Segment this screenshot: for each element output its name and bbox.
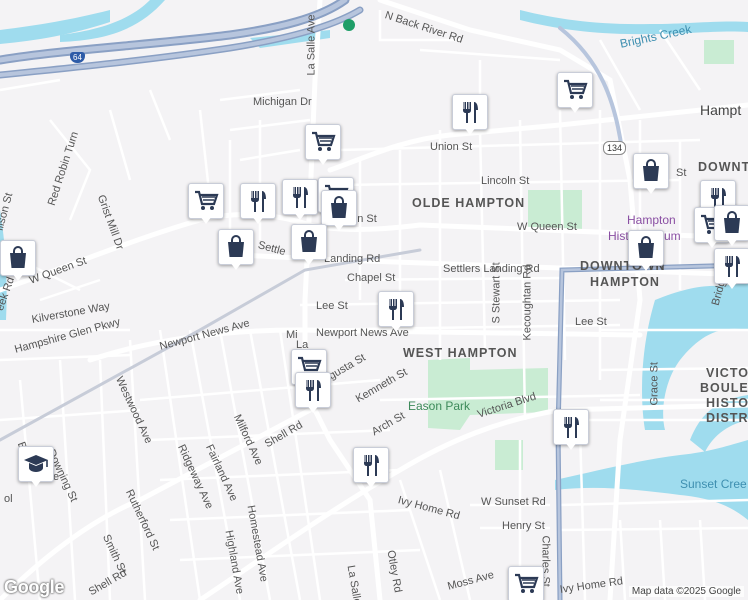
- map-marker-shopping-bag[interactable]: [628, 230, 664, 276]
- marker-pointer: [726, 281, 738, 289]
- map-marker-shopping-cart[interactable]: [508, 566, 544, 600]
- district-victo: VICTO: [706, 366, 748, 380]
- map-marker-shopping-bag[interactable]: [291, 224, 327, 270]
- marker-pointer: [365, 480, 377, 488]
- label-st: St: [676, 167, 687, 179]
- district-histo: HISTO: [706, 396, 748, 410]
- street-union: Union St: [430, 141, 473, 153]
- marker-pointer: [12, 273, 24, 281]
- place-marker-icon[interactable]: [343, 19, 355, 31]
- district-bouleve: BOULEVE: [700, 381, 748, 395]
- map-marker-shopping-bag[interactable]: [218, 229, 254, 275]
- marker-pointer: [252, 216, 264, 224]
- street-s-stewart: S Stewart St: [490, 262, 503, 324]
- map-base-layer: [0, 0, 748, 600]
- shopping-bag-icon: [291, 224, 327, 260]
- street-henry: Henry St: [502, 520, 545, 532]
- shopping-bag-icon: [633, 153, 669, 189]
- city-label: Hampt: [700, 102, 742, 118]
- street-chapel: Chapel St: [347, 272, 396, 284]
- street-grace: Grace St: [648, 362, 661, 406]
- map-marker-restaurant[interactable]: [714, 248, 748, 294]
- shopping-bag-icon: [0, 240, 36, 276]
- shopping-bag-icon: [321, 190, 357, 226]
- fork-knife-icon: [295, 372, 331, 408]
- shopping-bag-icon: [218, 229, 254, 265]
- fork-knife-icon: [553, 409, 589, 445]
- street-lee-left: Lee St: [316, 300, 348, 312]
- fork-knife-icon: [452, 94, 488, 130]
- shopping-bag-icon: [628, 230, 664, 266]
- marker-pointer: [230, 262, 242, 270]
- map-attribution: Map data ©2025 Google: [628, 586, 744, 597]
- marker-pointer: [645, 186, 657, 194]
- shopping-bag-icon: [714, 205, 748, 241]
- google-logo: Google: [4, 577, 65, 597]
- street-michigan: Michigan Dr: [253, 96, 312, 108]
- marker-pointer: [294, 212, 306, 220]
- marker-pointer: [307, 405, 319, 413]
- map-marker-restaurant[interactable]: [240, 183, 276, 229]
- marker-pointer: [565, 442, 577, 450]
- water-sunset-creek: Sunset Cree: [680, 477, 747, 491]
- map-marker-shopping-cart[interactable]: [557, 72, 593, 118]
- fork-knife-icon: [378, 291, 414, 327]
- map-marker-restaurant[interactable]: [452, 94, 488, 140]
- map-canvas[interactable]: 134 64 OLDE HAMPTON WEST HAMPTON DOWNTOW…: [0, 0, 748, 600]
- map-marker-restaurant[interactable]: [378, 291, 414, 337]
- neighborhood-west-hampton: WEST HAMPTON: [403, 346, 518, 360]
- street-la-salle-top: La Salle Ave: [305, 14, 318, 76]
- marker-pointer: [303, 257, 315, 265]
- label-ol: ol: [4, 493, 13, 505]
- marker-pointer: [464, 127, 476, 135]
- fork-knife-icon: [353, 447, 389, 483]
- map-marker-shopping-cart[interactable]: [188, 183, 224, 229]
- map-marker-restaurant[interactable]: [295, 372, 331, 418]
- graduation-cap-icon: [18, 446, 54, 482]
- route-134-shield: 134: [603, 141, 627, 155]
- neighborhood-downt: DOWNT: [698, 160, 748, 174]
- map-marker-shopping-bag[interactable]: [633, 153, 669, 199]
- map-marker-shopping-bag[interactable]: [714, 205, 748, 251]
- poi-history-1: Hampton: [627, 213, 676, 227]
- neighborhood-downtown-2: HAMPTON: [590, 275, 660, 289]
- marker-pointer: [200, 216, 212, 224]
- neighborhood-olde-hampton: OLDE HAMPTON: [412, 196, 526, 210]
- map-marker-shopping-cart[interactable]: [305, 124, 341, 170]
- map-marker-restaurant[interactable]: [553, 409, 589, 455]
- marker-pointer: [726, 238, 738, 246]
- shopping-cart-icon: [305, 124, 341, 160]
- marker-pointer: [333, 223, 345, 231]
- map-marker-restaurant[interactable]: [353, 447, 389, 493]
- shopping-cart-icon: [557, 72, 593, 108]
- map-marker-shopping-bag[interactable]: [0, 240, 36, 286]
- fork-knife-icon: [282, 179, 318, 215]
- shopping-cart-icon: [508, 566, 544, 600]
- marker-pointer: [30, 479, 42, 487]
- street-settlers-mid: Landing Rd: [324, 253, 381, 265]
- street-w-queen-right: W Queen St: [517, 221, 577, 233]
- street-lee-right: Lee St: [575, 316, 607, 328]
- shopping-cart-icon: [188, 183, 224, 219]
- fork-knife-icon: [240, 183, 276, 219]
- poi-history-3: um: [664, 229, 681, 243]
- marker-pointer: [390, 324, 402, 332]
- marker-pointer: [569, 105, 581, 113]
- marker-pointer: [640, 263, 652, 271]
- district-distr: DISTR: [706, 411, 748, 425]
- park-eason: Eason Park: [408, 399, 471, 413]
- street-lincoln: Lincoln St: [481, 175, 530, 187]
- fork-knife-icon: [714, 248, 748, 284]
- street-w-sunset: W Sunset Rd: [481, 496, 546, 508]
- marker-pointer: [317, 157, 329, 165]
- street-kecoughtan: Kecoughtan Rd: [521, 264, 534, 341]
- map-marker-school[interactable]: [18, 446, 54, 492]
- map-marker-restaurant[interactable]: [282, 179, 318, 225]
